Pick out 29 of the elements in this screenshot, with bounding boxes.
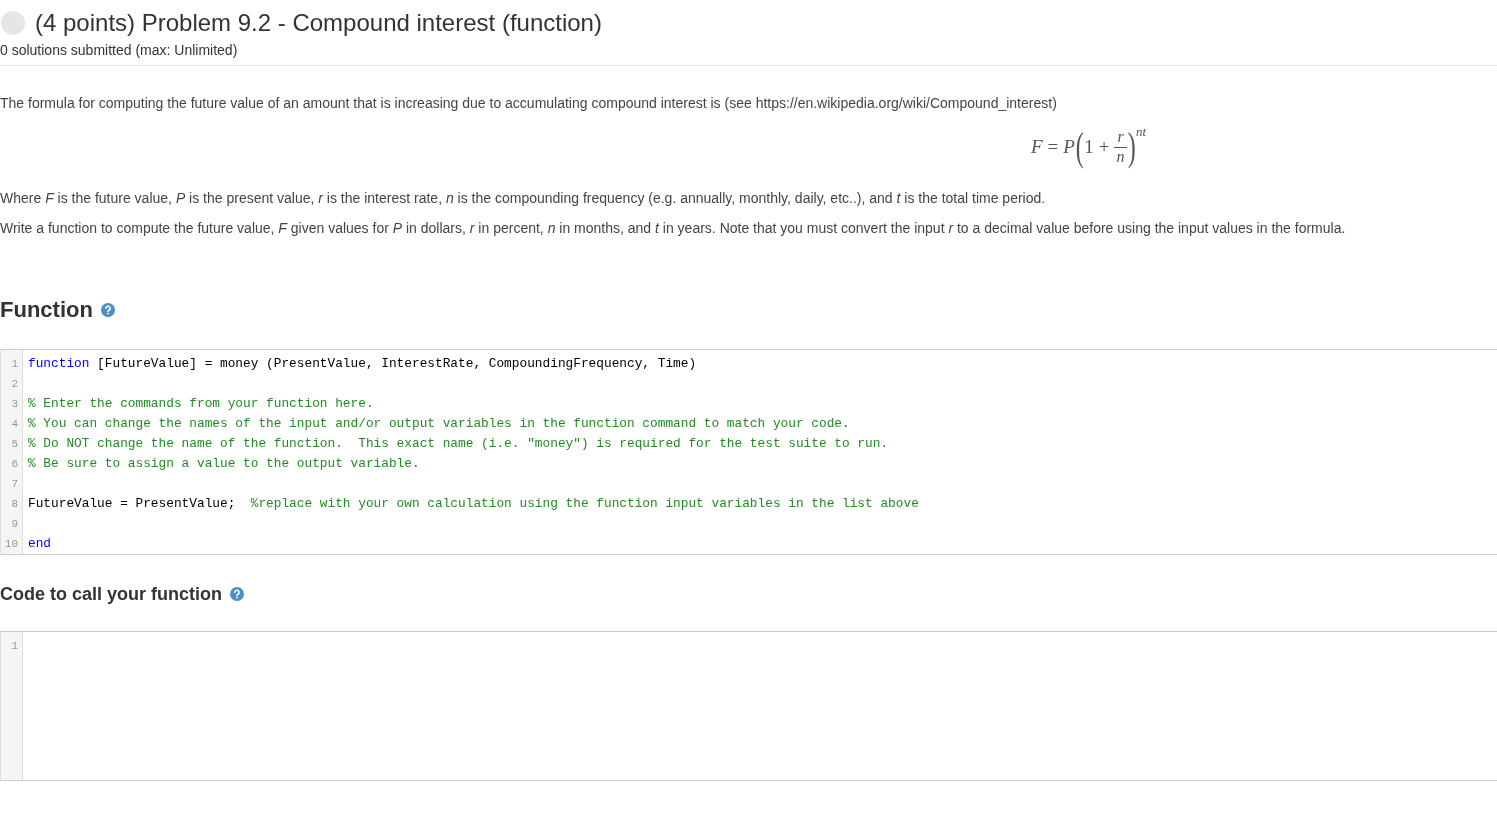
code-editor[interactable] [0,349,1497,555]
submission-count: 0 solutions submitted (max: Unlimited) [0,42,238,58]
help-icon[interactable] [100,303,115,317]
line-number: 3 [11,398,18,410]
code-line: % Be sure to assign a value to the output variable. [28,455,420,473]
line-number: 6 [11,458,18,470]
description-text: Where F is the future value, P is the present value, r is the interest rate, n is the compounding frequency (e.g. annually, monthly, daily, etc..), and t is the total time period. [0,189,1046,208]
line-number: 10 [4,538,18,550]
section-heading: Code to call your function [0,583,222,605]
code-line: FutureValue = PresentValue; %replace with your own calculation using the function input variables in the list above [28,495,919,513]
help-icon[interactable] [230,587,244,601]
line-number: 9 [11,518,18,530]
code-line: function [FutureValue] = money (PresentValue, InterestRate, CompoundingFrequency, Time) [28,355,697,373]
line-number: 1 [11,640,18,652]
intro-text: The formula for computing the future value of an amount that is increasing due to accumulating compound interest is (see https://en.wikipedia.org/wiki/Compound_interest) [0,94,1057,113]
code-line: % Do NOT change the name of the function. This exact name (i.e. "money") is required for the test suite to run. [28,435,889,453]
description-text: Write a function to compute the future value, F given values for P in dollars, r in percent, n in months, and t in years. Note that you must convert the input r to a decimal value before using the input values in the formula. [0,219,1346,238]
line-number: 4 [11,418,18,430]
section-heading: Function [0,297,93,323]
code-editor[interactable]: 1 [0,631,1497,781]
problem-title: (4 points) Problem 9.2 - Compound interest (function) [35,9,602,37]
line-number: 8 [11,498,18,510]
line-number: 1 [11,358,18,370]
line-number: 2 [11,378,18,390]
line-number: 7 [11,478,18,490]
line-number: 5 [11,438,18,450]
code-line: % Enter the commands from your function here. [28,395,374,413]
code-line: % You can change the names of the input and/or output variables in the function command to match your code. [28,415,850,433]
code-line: end [28,535,52,553]
